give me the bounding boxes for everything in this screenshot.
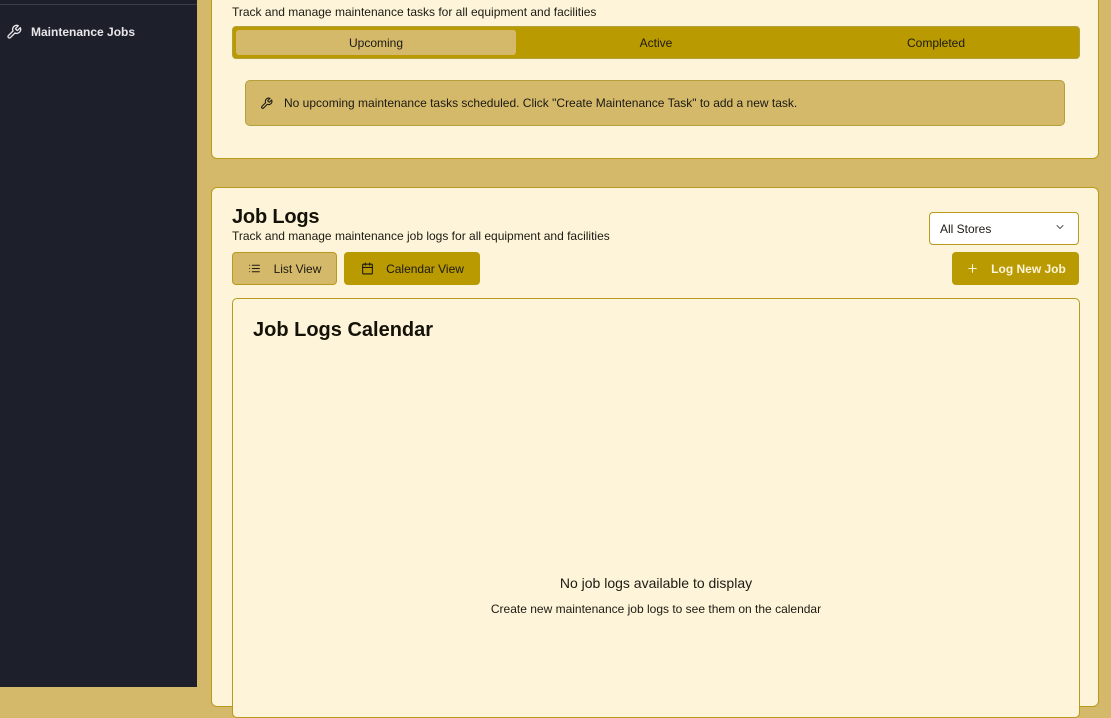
chevron-down-icon xyxy=(1054,221,1066,236)
maintenance-tasks-card: Track and manage maintenance tasks for a… xyxy=(211,0,1099,159)
job-logs-card: Job Logs Track and manage maintenance jo… xyxy=(211,187,1099,718)
log-new-job-button[interactable]: Log New Job xyxy=(952,252,1079,285)
list-icon xyxy=(248,262,262,276)
empty-maintenance-message: No upcoming maintenance tasks scheduled.… xyxy=(284,96,798,110)
list-view-button[interactable]: List View xyxy=(232,252,337,285)
wrench-icon xyxy=(260,96,274,110)
calendar-title: Job Logs Calendar xyxy=(253,319,434,341)
list-view-label: List View xyxy=(273,261,322,276)
wrench-icon xyxy=(6,24,22,40)
calendar-empty-subtitle: Create new maintenance job logs to see t… xyxy=(490,602,822,616)
tab-upcoming[interactable]: Upcoming xyxy=(236,30,516,55)
job-logs-subtitle: Track and manage maintenance job logs fo… xyxy=(232,229,610,243)
store-filter-value: All Stores xyxy=(940,221,992,236)
maintenance-tabs: Upcoming Active Completed xyxy=(232,26,1080,59)
calendar-view-label: Calendar View xyxy=(386,261,464,276)
calendar-empty-title: No job logs available to display xyxy=(559,575,753,591)
sidebar-item-maintenance-jobs[interactable]: Maintenance Jobs xyxy=(0,18,197,46)
sidebar-divider xyxy=(0,4,197,5)
calendar-view-button[interactable]: Calendar View xyxy=(344,252,480,285)
store-filter-select[interactable]: All Stores xyxy=(929,212,1079,245)
empty-maintenance-alert: No upcoming maintenance tasks scheduled.… xyxy=(245,80,1065,126)
job-logs-title: Job Logs xyxy=(232,206,320,228)
log-new-job-label: Log New Job xyxy=(991,261,1066,276)
tab-completed[interactable]: Completed xyxy=(796,30,1076,55)
tab-active[interactable]: Active xyxy=(516,30,796,55)
sidebar: Maintenance Jobs xyxy=(0,0,197,687)
job-logs-calendar-panel: Job Logs Calendar No job logs available … xyxy=(232,298,1080,718)
maintenance-subtitle: Track and manage maintenance tasks for a… xyxy=(232,5,597,19)
plus-icon xyxy=(965,262,979,276)
calendar-icon xyxy=(360,262,374,276)
sidebar-item-label: Maintenance Jobs xyxy=(31,25,136,39)
main-content: Track and manage maintenance tasks for a… xyxy=(197,0,1111,718)
